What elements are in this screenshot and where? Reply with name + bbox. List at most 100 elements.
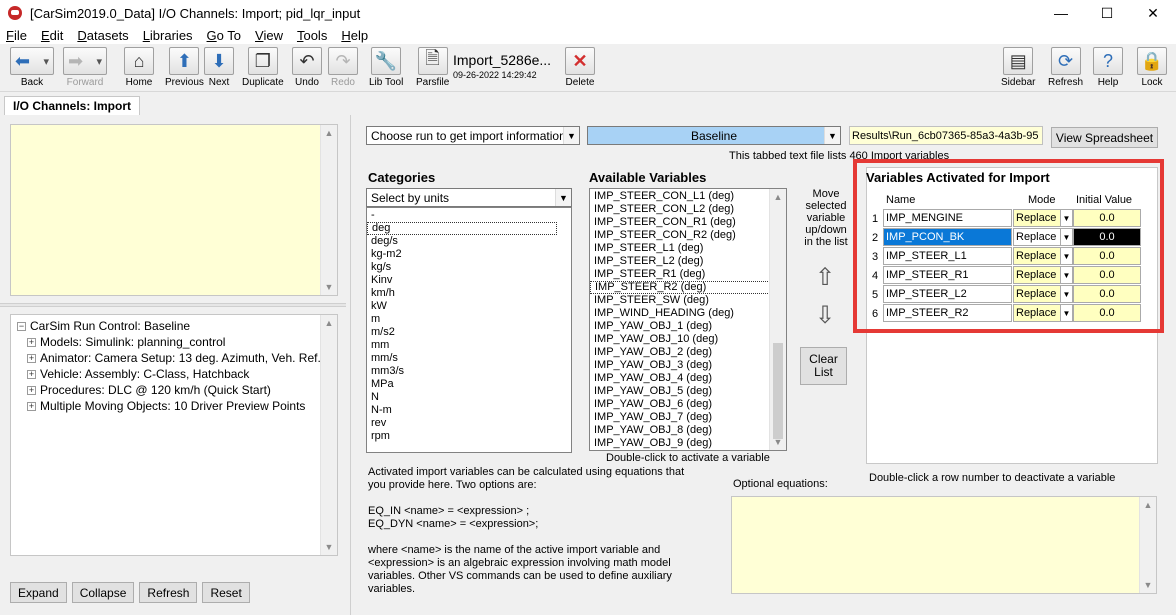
list-item[interactable]: IMP_YAW_OBJ_6 (deg) bbox=[590, 398, 786, 411]
expand-icon[interactable]: + bbox=[27, 337, 36, 347]
run-combo[interactable]: Baseline ▼ bbox=[587, 126, 841, 145]
parsfile-button[interactable]: 🗎 Parsfile bbox=[416, 47, 449, 91]
redo-button[interactable]: ↷ Redo bbox=[328, 47, 358, 91]
list-item[interactable]: IMP_YAW_OBJ_5 (deg) bbox=[590, 385, 786, 398]
list-item[interactable]: mm/s bbox=[367, 352, 571, 365]
tree-item-vehicle[interactable]: + Vehicle: Assembly: C-Class, Hatchback bbox=[27, 366, 249, 382]
maximize-button[interactable]: ☐ bbox=[1084, 0, 1130, 26]
tree-item-animator[interactable]: + Animator: Camera Setup: 13 deg. Azimut… bbox=[27, 350, 321, 366]
duplicate-button[interactable]: ❐ Duplicate bbox=[242, 47, 284, 91]
mode-cell[interactable]: Replace ▼ bbox=[1013, 285, 1073, 303]
list-item[interactable]: MPa bbox=[367, 378, 571, 391]
reset-button[interactable]: Reset bbox=[202, 582, 250, 603]
menu-go-to[interactable]: Go To bbox=[205, 28, 243, 43]
list-item[interactable]: IMP_STEER_R2 (deg) bbox=[590, 281, 772, 294]
close-button[interactable]: ✕ bbox=[1130, 0, 1176, 26]
pane-splitter[interactable] bbox=[0, 303, 346, 307]
menu-edit[interactable]: Edit bbox=[39, 28, 65, 43]
initial-value-cell[interactable]: 0.0 bbox=[1073, 304, 1141, 322]
menu-help[interactable]: Help bbox=[339, 28, 370, 43]
tree-scrollbar[interactable]: ▲ ▼ bbox=[320, 315, 337, 555]
expand-icon[interactable]: + bbox=[27, 353, 36, 363]
variable-name-cell[interactable]: IMP_MENGINE bbox=[883, 209, 1012, 227]
tree-refresh-button[interactable]: Refresh bbox=[139, 582, 198, 603]
equations-input[interactable]: ▲ ▼ bbox=[731, 496, 1157, 594]
expand-icon[interactable]: + bbox=[27, 369, 36, 379]
menu-tools[interactable]: Tools bbox=[295, 28, 329, 43]
list-item[interactable]: IMP_YAW_OBJ_3 (deg) bbox=[590, 359, 786, 372]
list-item[interactable]: mm3/s bbox=[367, 365, 571, 378]
lib-tool-button[interactable]: 🔧 Lib Tool bbox=[369, 47, 403, 91]
initial-value-cell[interactable]: 0.0 bbox=[1073, 209, 1141, 227]
list-item[interactable]: IMP_YAW_OBJ_7 (deg) bbox=[590, 411, 786, 424]
list-item[interactable]: rev bbox=[367, 417, 571, 430]
mode-cell[interactable]: Replace ▼ bbox=[1013, 228, 1073, 246]
list-item[interactable]: IMP_STEER_L2 (deg) bbox=[590, 255, 786, 268]
table-row[interactable]: 3 IMP_STEER_L1 Replace ▼ 0.0 bbox=[868, 247, 1141, 266]
expand-button[interactable]: Expand bbox=[10, 582, 67, 603]
list-item[interactable]: mm bbox=[367, 339, 571, 352]
list-item[interactable]: deg bbox=[367, 222, 557, 235]
previous-button[interactable]: ⬆ Previous bbox=[165, 47, 204, 91]
scroll-down-icon[interactable]: ▼ bbox=[1140, 577, 1156, 593]
help-button[interactable]: ? Help bbox=[1093, 47, 1123, 91]
list-item[interactable]: deg/s bbox=[367, 235, 571, 248]
row-number[interactable]: 1 bbox=[868, 209, 882, 228]
expand-icon[interactable]: + bbox=[27, 385, 36, 395]
chevron-down-icon[interactable]: ▼ bbox=[1060, 229, 1072, 245]
equations-scrollbar[interactable]: ▲ ▼ bbox=[1139, 497, 1156, 593]
list-item[interactable]: IMP_WIND_HEADING (deg) bbox=[590, 307, 786, 320]
list-item[interactable]: IMP_YAW_OBJ_2 (deg) bbox=[590, 346, 786, 359]
initial-value-cell[interactable]: 0.0 bbox=[1073, 247, 1141, 265]
mode-cell[interactable]: Replace ▼ bbox=[1013, 266, 1073, 284]
table-row[interactable]: 2 IMP_PCON_BK Replace ▼ 0.0 bbox=[868, 228, 1141, 247]
initial-value-cell[interactable]: 0.0 bbox=[1073, 266, 1141, 284]
categories-dropdown[interactable]: Select by units ▼ bbox=[366, 188, 572, 207]
list-item[interactable]: m/s2 bbox=[367, 326, 571, 339]
chevron-down-icon[interactable]: ▼ bbox=[1060, 286, 1072, 302]
list-item[interactable]: rpm bbox=[367, 430, 571, 443]
forward-button[interactable]: ➡ Forward bbox=[63, 47, 107, 91]
table-row[interactable]: 5 IMP_STEER_L2 Replace ▼ 0.0 bbox=[868, 285, 1141, 304]
menu-file[interactable]: File bbox=[4, 28, 29, 43]
table-row[interactable]: 6 IMP_STEER_R2 Replace ▼ 0.0 bbox=[868, 304, 1141, 323]
tab-io-channels-import[interactable]: I/O Channels: Import bbox=[4, 96, 141, 115]
list-item[interactable]: km/h bbox=[367, 287, 571, 300]
list-item[interactable]: IMP_YAW_OBJ_8 (deg) bbox=[590, 424, 786, 437]
row-number[interactable]: 3 bbox=[868, 247, 882, 266]
undo-button[interactable]: ↶ Undo bbox=[292, 47, 322, 91]
scroll-up-icon[interactable]: ▲ bbox=[321, 125, 337, 141]
list-item[interactable]: IMP_STEER_CON_R2 (deg) bbox=[590, 229, 786, 242]
table-row[interactable]: 4 IMP_STEER_R1 Replace ▼ 0.0 bbox=[868, 266, 1141, 285]
list-item[interactable]: IMP_STEER_SW (deg) bbox=[590, 294, 786, 307]
row-number[interactable]: 5 bbox=[868, 285, 882, 304]
variable-name-cell[interactable]: IMP_STEER_R2 bbox=[883, 304, 1012, 322]
collapse-icon[interactable]: − bbox=[17, 321, 26, 331]
list-item[interactable]: kW bbox=[367, 300, 571, 313]
view-spreadsheet-button[interactable]: View Spreadsheet bbox=[1051, 127, 1158, 148]
list-item[interactable]: IMP_STEER_CON_L1 (deg) bbox=[590, 190, 786, 203]
home-button[interactable]: ⌂ Home bbox=[124, 47, 154, 91]
row-number[interactable]: 4 bbox=[868, 266, 882, 285]
list-item[interactable]: N-m bbox=[367, 404, 571, 417]
chevron-down-icon[interactable]: ▼ bbox=[1060, 267, 1072, 283]
list-item[interactable]: kg-m2 bbox=[367, 248, 571, 261]
chevron-down-icon[interactable]: ▼ bbox=[1060, 305, 1072, 321]
list-item[interactable]: IMP_STEER_CON_L2 (deg) bbox=[590, 203, 786, 216]
scroll-up-icon[interactable]: ▲ bbox=[770, 189, 786, 205]
scrollbar-thumb[interactable] bbox=[773, 343, 783, 439]
mode-cell[interactable]: Replace ▼ bbox=[1013, 247, 1073, 265]
mode-cell[interactable]: Replace ▼ bbox=[1013, 209, 1073, 227]
menu-datasets[interactable]: Datasets bbox=[75, 28, 130, 43]
tree-item-procedures[interactable]: + Procedures: DLC @ 120 km/h (Quick Star… bbox=[27, 382, 271, 398]
list-item[interactable]: IMP_STEER_R1 (deg) bbox=[590, 268, 786, 281]
list-item[interactable]: IMP_YAW_OBJ_10 (deg) bbox=[590, 333, 786, 346]
variable-name-cell[interactable]: IMP_PCON_BK bbox=[883, 228, 1012, 246]
clear-list-button[interactable]: Clear List bbox=[800, 347, 847, 385]
list-item[interactable]: IMP_YAW_OBJ_1 (deg) bbox=[590, 320, 786, 333]
variable-name-cell[interactable]: IMP_STEER_L2 bbox=[883, 285, 1012, 303]
refresh-button[interactable]: ⟳ Refresh bbox=[1048, 47, 1083, 91]
move-down-arrow-icon[interactable]: ⇩ bbox=[812, 302, 838, 329]
list-item[interactable]: N bbox=[367, 391, 571, 404]
tree-item-models[interactable]: + Models: Simulink: planning_control bbox=[27, 334, 225, 350]
